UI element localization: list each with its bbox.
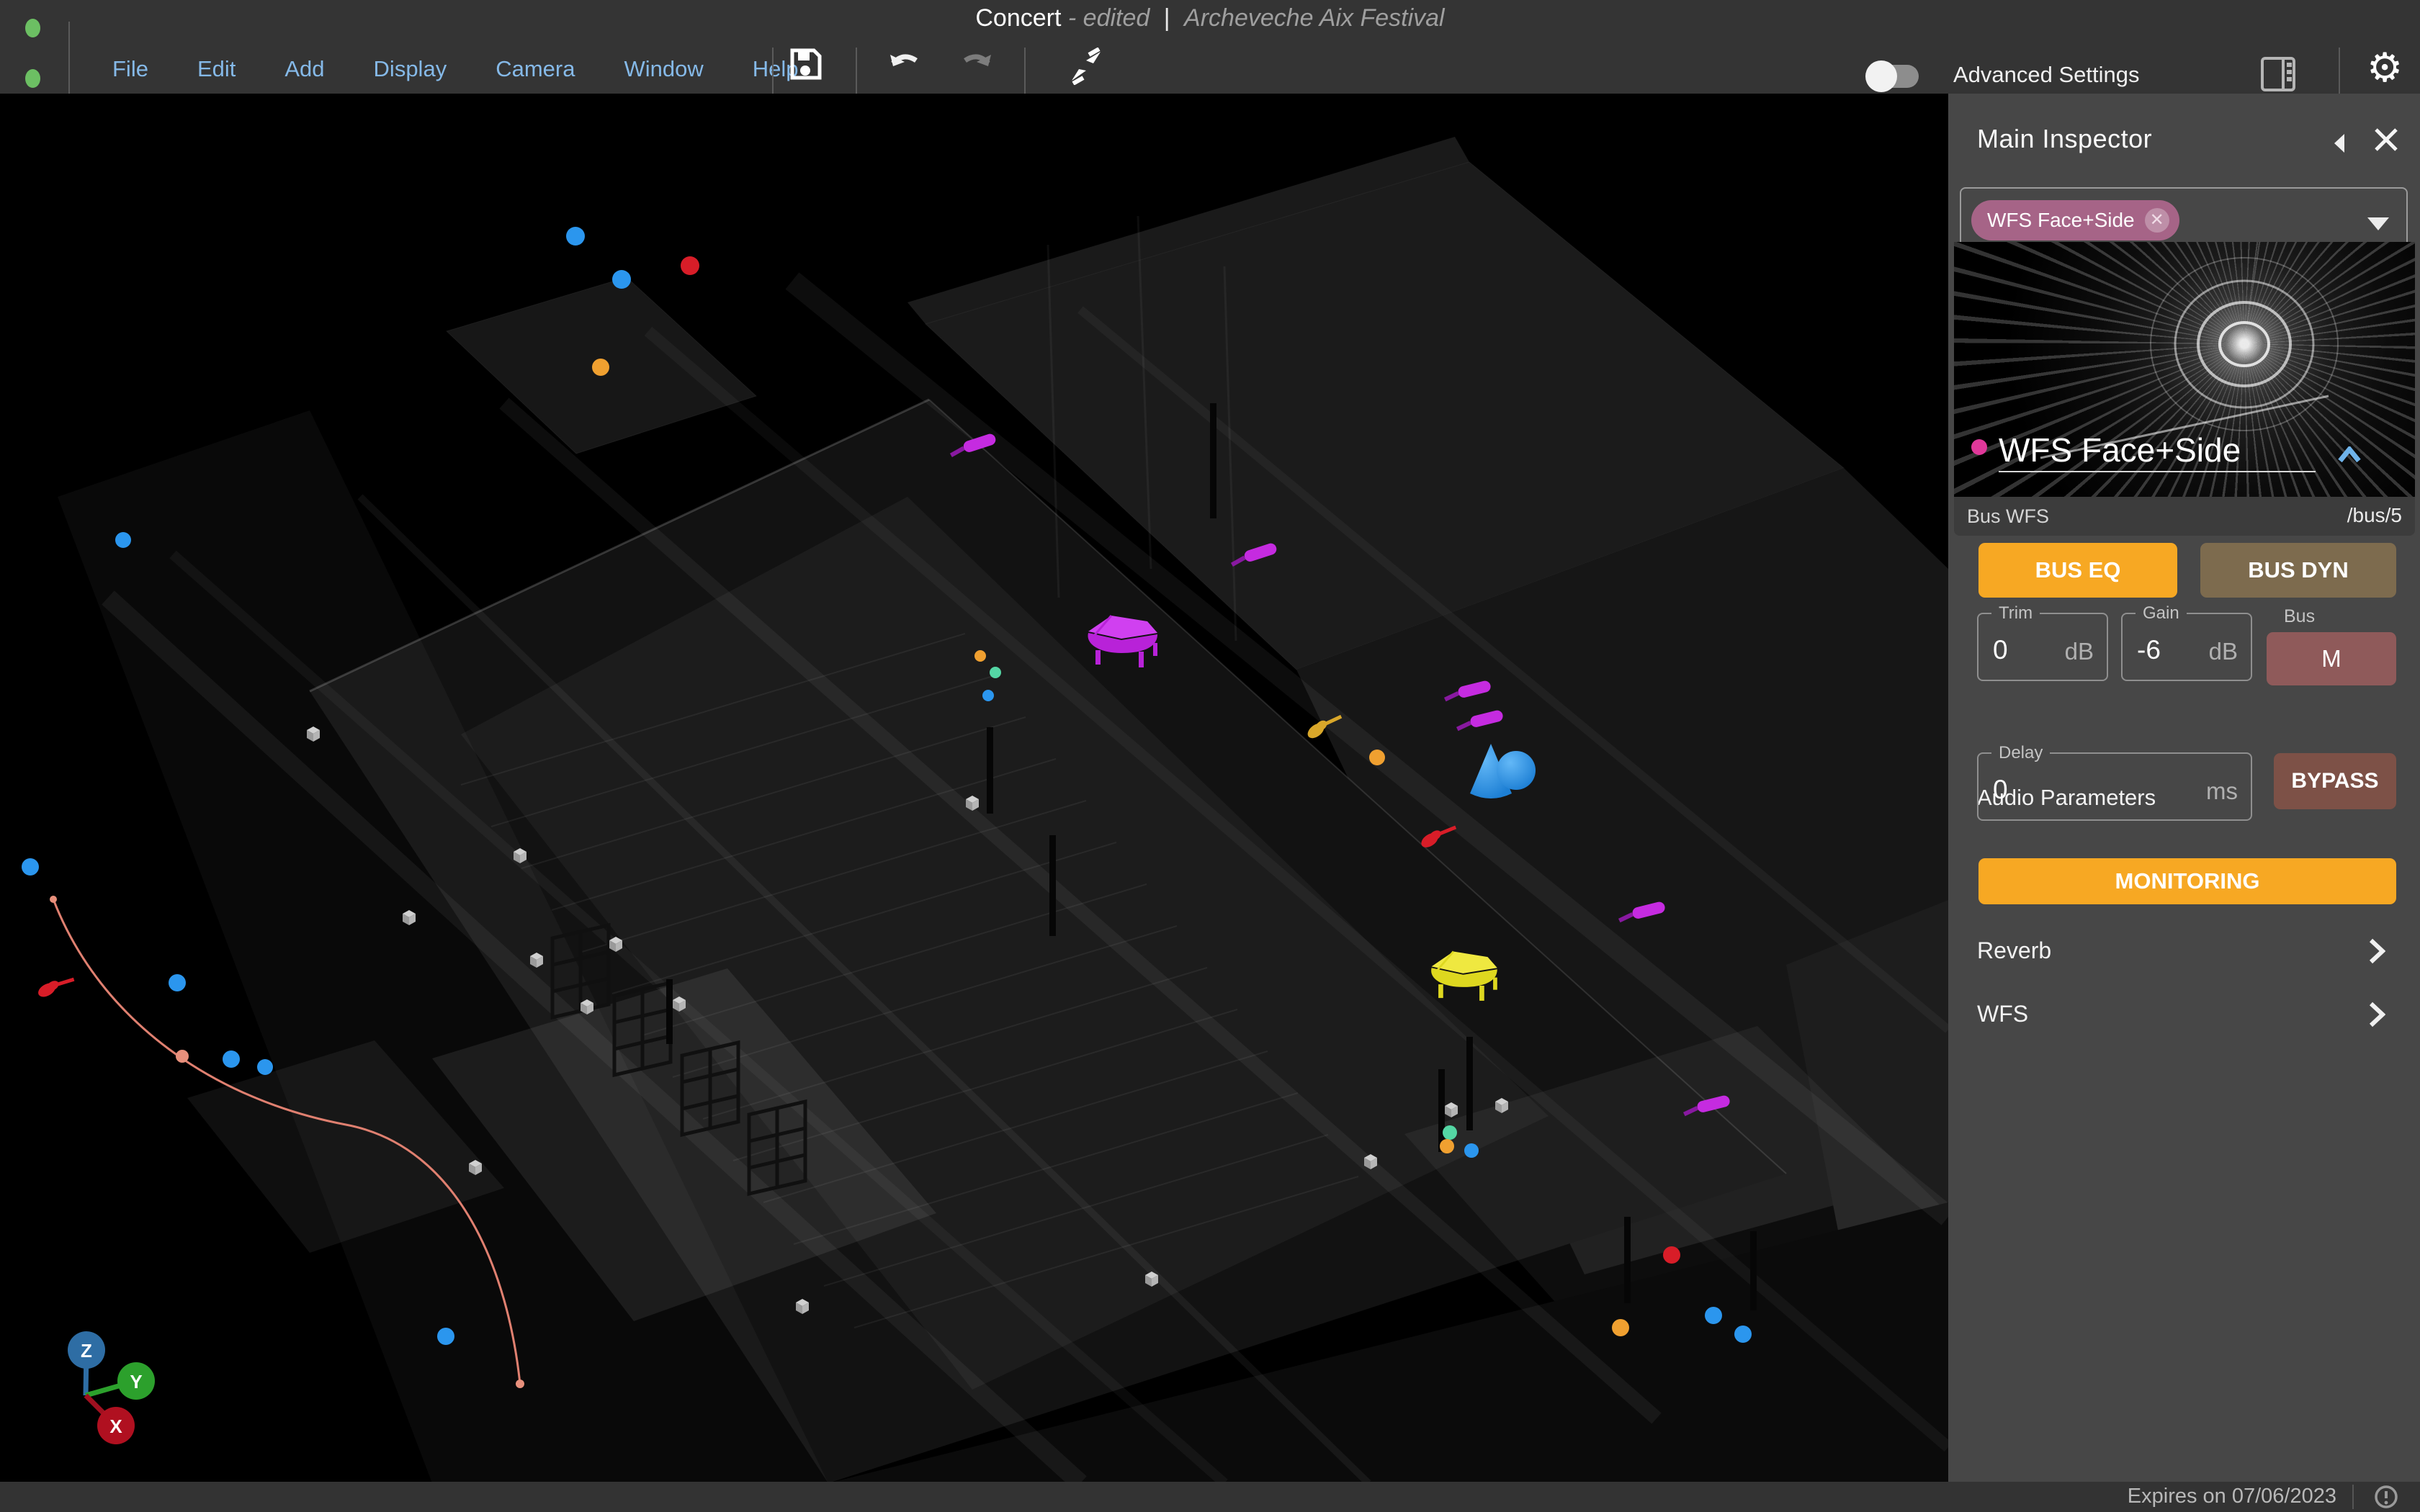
- advanced-settings-toggle[interactable]: [1865, 54, 1945, 97]
- gain-unit: dB: [2209, 638, 2238, 665]
- delay-field[interactable]: Delay 0 ms: [1977, 743, 2252, 821]
- topbar-separator: [68, 22, 70, 94]
- license-expiry: Expires on 07/06/2023: [2128, 1485, 2336, 1508]
- source-dot-blue: [1497, 751, 1536, 790]
- window-title: Concert - edited | Archeveche Aix Festiv…: [0, 4, 2420, 32]
- axis-x-label: X: [109, 1416, 122, 1437]
- trim-field[interactable]: Trim 0 dB: [1977, 603, 2108, 681]
- axis-z-label: Z: [81, 1340, 92, 1362]
- menu-item-add[interactable]: Add: [260, 56, 349, 82]
- axis-gizmo: Z Y X: [68, 1331, 155, 1444]
- source-dot-blue: [612, 270, 631, 289]
- gain-value[interactable]: -6: [2137, 635, 2161, 665]
- collapse-panels-icon[interactable]: [1067, 48, 1105, 85]
- panel-title: Main Inspector: [1977, 124, 2152, 154]
- source-dot-orange: [1440, 1139, 1454, 1153]
- source-dot-blue: [437, 1328, 454, 1345]
- source-dot-blue: [115, 532, 131, 548]
- source-dot-blue: [1734, 1326, 1752, 1343]
- top-bar: Concert - edited | Archeveche Aix Festiv…: [0, 0, 2420, 94]
- object-name-field[interactable]: WFS Face+Side: [1999, 431, 2241, 469]
- bus-type-label: Bus WFS: [1967, 505, 2049, 528]
- delay-value[interactable]: 0: [1993, 775, 2008, 805]
- redo-icon[interactable]: [956, 48, 994, 81]
- chevron-up-icon[interactable]: [2337, 446, 2362, 462]
- trajectory-dot: [176, 1050, 189, 1063]
- chevron-right-icon: [2368, 937, 2385, 965]
- source-dot-blue: [257, 1059, 273, 1075]
- trajectory-dot: [50, 896, 57, 903]
- violin-object: [36, 971, 75, 999]
- statusbar-separator: [2352, 1485, 2354, 1509]
- axis-y-label: Y: [130, 1371, 142, 1392]
- source-dot-red: [1663, 1246, 1680, 1264]
- menu-item-display[interactable]: Display: [349, 56, 472, 82]
- source-dot-orange: [1369, 750, 1385, 765]
- 3d-viewport[interactable]: Z Y X: [0, 94, 1948, 1483]
- delay-unit: ms: [2206, 778, 2238, 805]
- object-color-dot: [1971, 439, 1987, 455]
- bus-dyn-button[interactable]: BUS DYN: [2200, 543, 2396, 598]
- panel-layout-icon[interactable]: [2260, 56, 2296, 92]
- menu-item-file[interactable]: File: [88, 56, 173, 82]
- topbar-separator: [1024, 48, 1026, 94]
- menu-bar: FileEditAddDisplayCameraWindowHelp: [88, 45, 823, 94]
- collapse-arrow-icon[interactable]: [2330, 131, 2347, 156]
- topbar-separator: [2339, 48, 2340, 94]
- toggle-knob: [1865, 60, 1897, 92]
- topbar-separator: [856, 48, 857, 94]
- undo-icon[interactable]: [887, 48, 925, 81]
- window-status-dot-2: [25, 69, 40, 88]
- wfs-section-row[interactable]: WFS: [1948, 992, 2420, 1037]
- bus-eq-button[interactable]: BUS EQ: [1978, 543, 2177, 598]
- bus-mute-button[interactable]: M: [2267, 632, 2396, 685]
- chip-remove-icon[interactable]: ✕: [2145, 208, 2169, 233]
- source-dot-blue: [566, 227, 585, 246]
- source-dot-blue: [982, 690, 994, 701]
- project-title: Concert: [975, 4, 1061, 32]
- source-dot-blue: [223, 1050, 240, 1068]
- menu-item-camera[interactable]: Camera: [471, 56, 599, 82]
- bus-address: /bus/5: [2347, 504, 2402, 527]
- status-bar: Expires on 07/06/2023: [0, 1482, 2420, 1512]
- source-dot-mint: [990, 667, 1001, 678]
- edited-flag: - edited: [1068, 4, 1150, 32]
- selection-chip[interactable]: WFS Face+Side ✕: [1971, 200, 2179, 240]
- menu-item-edit[interactable]: Edit: [173, 56, 260, 82]
- topbar-separator: [772, 48, 774, 94]
- source-dot-orange: [592, 359, 609, 376]
- info-icon[interactable]: [2374, 1485, 2398, 1509]
- source-dot-blue: [1705, 1307, 1722, 1324]
- bus-label: Bus: [2284, 606, 2315, 627]
- chevron-right-icon: [2368, 1001, 2385, 1028]
- advanced-settings-label: Advanced Settings: [1953, 62, 2140, 88]
- object-name-underline: [1999, 471, 2316, 472]
- gain-field[interactable]: Gain -6 dB: [2121, 603, 2252, 681]
- object-meta-strip: Bus WFS /bus/5: [1954, 497, 2415, 536]
- source-dot-blue: [22, 858, 39, 876]
- source-dot-mint: [1443, 1125, 1457, 1140]
- source-dot-orange: [1612, 1319, 1629, 1336]
- source-dot-red: [681, 256, 699, 275]
- close-icon[interactable]: [2372, 125, 2401, 154]
- dropdown-caret-icon[interactable]: [2366, 215, 2390, 232]
- reverb-section-row[interactable]: Reverb: [1948, 929, 2420, 973]
- source-dot-orange: [974, 650, 986, 662]
- save-icon[interactable]: [789, 48, 823, 81]
- object-preview-card: WFS Face+Side: [1954, 242, 2415, 497]
- venue-geometry: [58, 137, 1948, 1483]
- trim-value[interactable]: 0: [1993, 635, 2008, 665]
- monitoring-button[interactable]: MONITORING: [1978, 858, 2396, 904]
- trim-unit: dB: [2065, 638, 2094, 665]
- trajectory-dot: [516, 1380, 524, 1388]
- source-dot-blue: [1464, 1143, 1479, 1158]
- session-title: Archeveche Aix Festival: [1184, 4, 1445, 32]
- settings-gear-icon[interactable]: ⚙: [2367, 45, 2403, 91]
- source-dot-blue: [169, 974, 186, 991]
- main-inspector-panel: Main Inspector WFS Face+Side ✕ WFS Face+…: [1948, 94, 2420, 1482]
- bypass-button[interactable]: BYPASS: [2274, 753, 2396, 809]
- menu-item-window[interactable]: Window: [599, 56, 727, 82]
